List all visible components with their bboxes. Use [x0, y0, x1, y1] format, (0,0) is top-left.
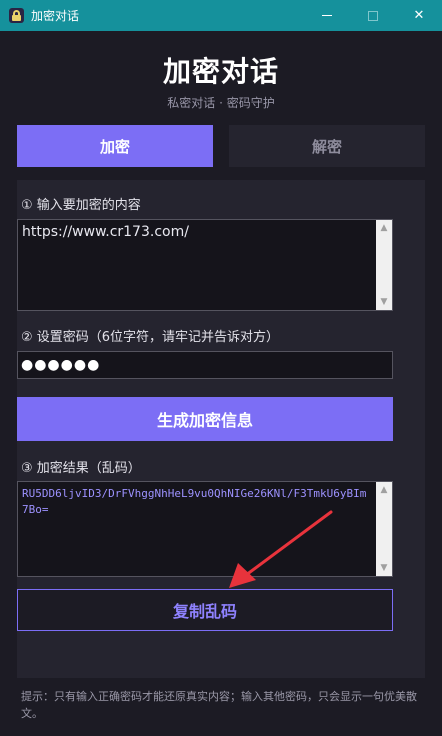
footer-tip: 提示：只有输入正确密码才能还原真实内容；输入其他密码，只会显示一句优美散文。: [21, 690, 417, 720]
password-field[interactable]: ●●●●●●: [17, 351, 393, 379]
result-label: ③ 加密结果（乱码）: [21, 461, 141, 476]
maximize-icon: [368, 10, 378, 21]
minimize-button[interactable]: [304, 0, 350, 31]
lock-icon: [9, 8, 24, 23]
content-input-text: https://www.cr173.com/: [22, 224, 189, 240]
content-input[interactable]: https://www.cr173.com/ ▲ ▼: [17, 219, 393, 311]
password-label: ② 设置密码（6位字符，请牢记并告诉对方）: [21, 330, 280, 345]
result-output[interactable]: RU5DD6ljvID3/DrFVhggNhHeL9vu0QhNIGe26KNl…: [17, 481, 393, 577]
generate-button[interactable]: 生成加密信息: [17, 397, 393, 441]
result-output-text: RU5DD6ljvID3/DrFVhggNhHeL9vu0QhNIGe26KNl…: [22, 487, 367, 516]
page-subtitle: 私密对话 · 密码守护: [167, 96, 275, 110]
window-title: 加密对话: [31, 9, 80, 23]
scroll-up-icon[interactable]: ▲: [376, 482, 392, 498]
scroll-down-icon[interactable]: ▼: [376, 294, 392, 310]
window-controls: ✕: [304, 0, 442, 31]
maximize-button[interactable]: [350, 0, 396, 31]
result-scrollbar[interactable]: ▲ ▼: [376, 482, 392, 576]
close-button[interactable]: ✕: [396, 0, 442, 31]
tab-decrypt[interactable]: 解密: [229, 125, 425, 167]
scroll-up-icon[interactable]: ▲: [376, 220, 392, 236]
minimize-icon: [322, 15, 332, 16]
tab-encrypt[interactable]: 加密: [17, 125, 213, 167]
page-title: 加密对话: [162, 55, 279, 88]
window-titlebar[interactable]: 加密对话 ✕: [0, 0, 442, 31]
content-label: ① 输入要加密的内容: [21, 198, 141, 213]
scroll-down-icon[interactable]: ▼: [376, 560, 392, 576]
content-scrollbar[interactable]: ▲ ▼: [376, 220, 392, 310]
copy-button[interactable]: 复制乱码: [17, 589, 393, 631]
